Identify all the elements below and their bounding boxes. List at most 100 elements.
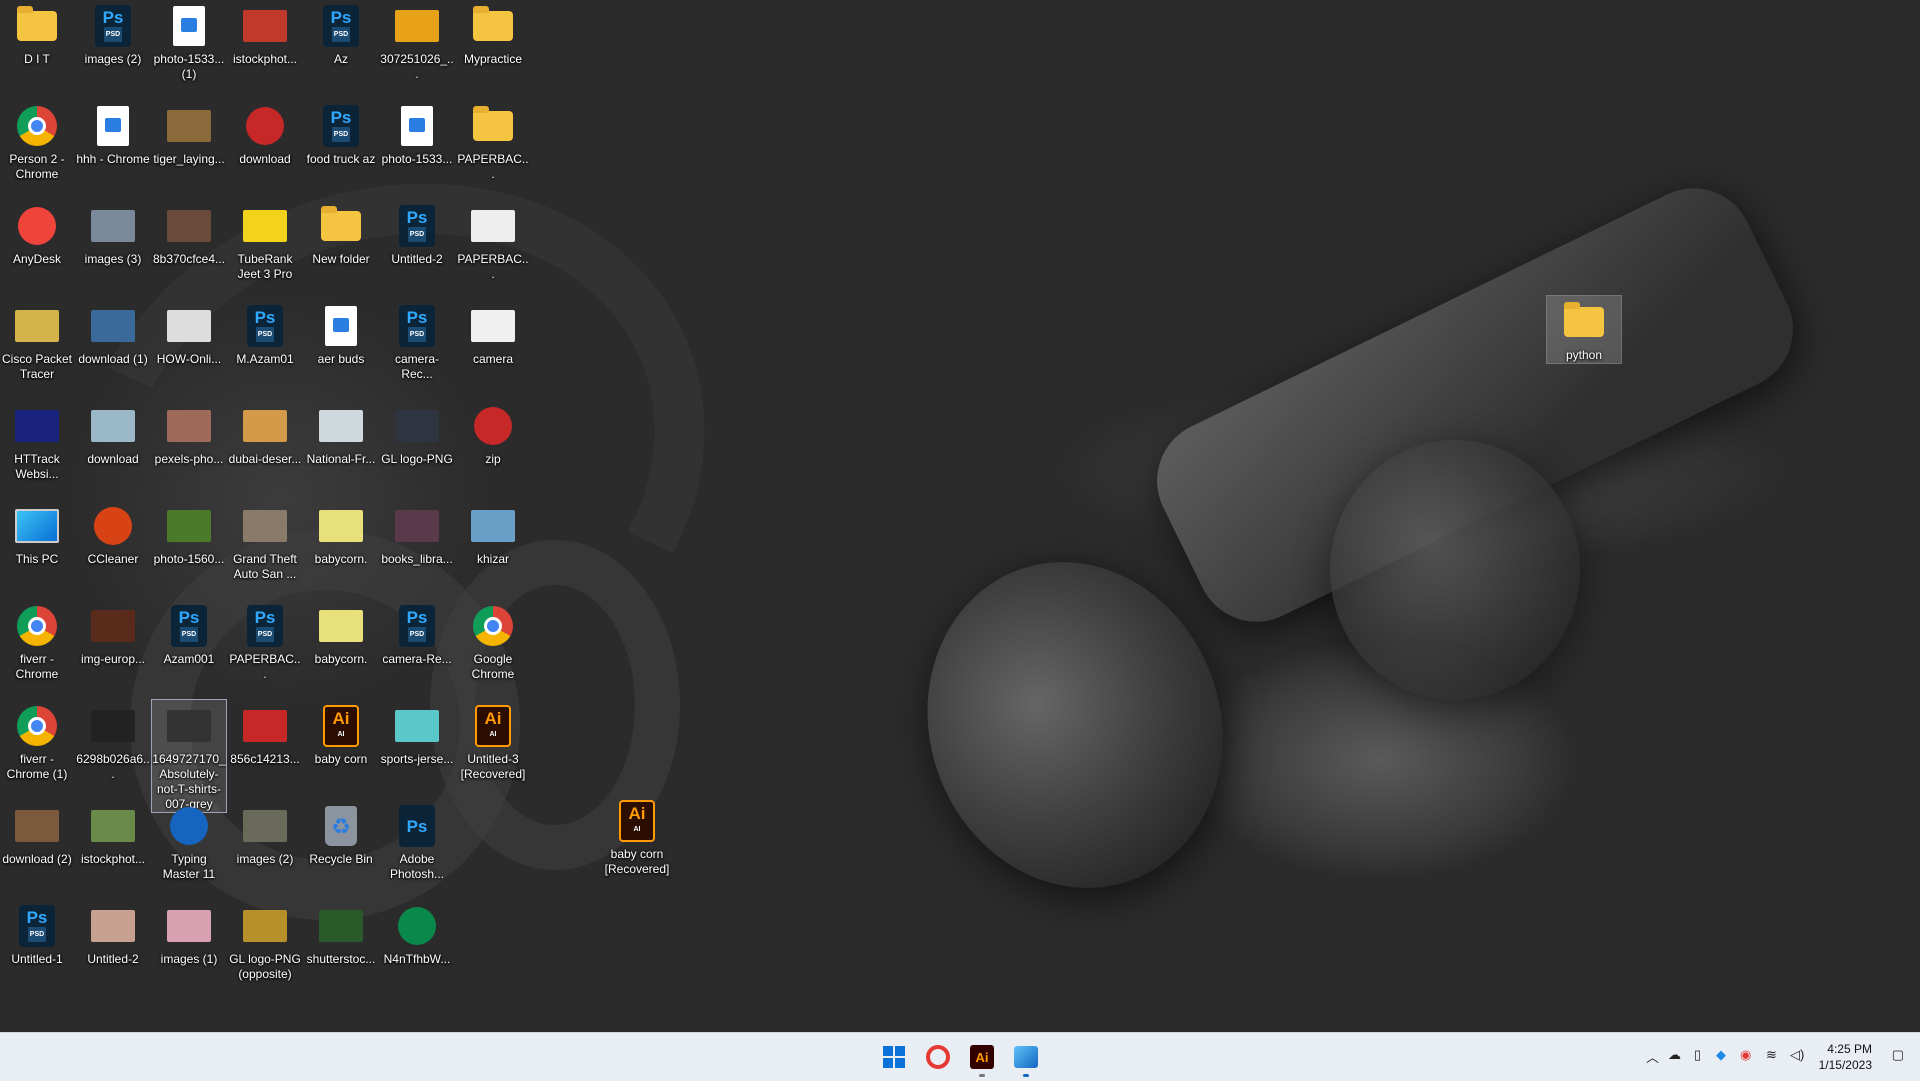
desktop-icon-istockphot[interactable]: istockphot... — [76, 800, 150, 867]
desktop-icon-google-chrome[interactable]: Google Chrome — [456, 600, 530, 682]
desktop-icon-tiger-laying[interactable]: tiger_laying... — [152, 100, 226, 167]
desktop-icon-baby-corn[interactable]: Ai AI baby corn — [304, 700, 378, 767]
desktop-icon-m-azam01[interactable]: Ps PSD M.Azam01 — [228, 300, 302, 367]
desktop-icon-recycle-bin[interactable]: ♻ Recycle Bin — [304, 800, 378, 867]
taskbar-opera-button[interactable] — [920, 1039, 956, 1075]
desktop-icon-download-2[interactable]: download (2) — [0, 800, 74, 867]
desktop-icon-images-2[interactable]: Ps PSD images (2) — [76, 0, 150, 67]
chrome-icon — [15, 604, 59, 648]
desktop-icon-untitled-3-recovered[interactable]: Ai AI Untitled-3 [Recovered] — [456, 700, 530, 782]
desktop-icon-8b370cfce4[interactable]: 8b370cfce4... — [152, 200, 226, 267]
start-button[interactable] — [876, 1039, 912, 1075]
desktop-icon-label: camera-Re... — [382, 652, 452, 666]
illustrator-icon: Ai — [970, 1045, 994, 1069]
desktop-icon-tuberank-jeet-3-pro[interactable]: TubeRank Jeet 3 Pro — [228, 200, 302, 282]
volume-icon[interactable]: ◁) — [1790, 1047, 1804, 1063]
desktop-icon-mypractice[interactable]: Mypractice — [456, 0, 530, 67]
desktop-icon-camera-re[interactable]: Ps PSD camera-Re... — [380, 600, 454, 667]
desktop-icon-dubai-deser[interactable]: dubai-deser... — [228, 400, 302, 467]
desktop-icon-azam001[interactable]: Ps PSD Azam001 — [152, 600, 226, 667]
desktop-icon-photo-1560[interactable]: photo-1560... — [152, 500, 226, 567]
desktop-icon-paperbac[interactable]: Ps PSD PAPERBAC... — [228, 600, 302, 682]
desktop-icon-label: photo-1560... — [153, 552, 225, 566]
taskbar-illustrator-button[interactable]: Ai — [964, 1039, 1000, 1077]
desktop-icon-fiverr-chrome-1[interactable]: fiverr - Chrome (1) — [0, 700, 74, 782]
desktop-icon-n4ntfhbw[interactable]: N4nTfhbW... — [380, 900, 454, 967]
desktop-icon-label: 307251026_... — [380, 52, 454, 81]
desktop-icon-babycorn[interactable]: babycorn. — [304, 600, 378, 667]
desktop-icon-camera[interactable]: camera — [456, 300, 530, 367]
desktop-icon-az[interactable]: Ps PSD Az — [304, 0, 378, 67]
app-icon — [91, 504, 135, 548]
desktop-icon-this-pc[interactable]: This PC — [0, 500, 74, 567]
device-icon[interactable]: ▯ — [1694, 1047, 1701, 1063]
desktop-icon-sports-jerse[interactable]: sports-jerse... — [380, 700, 454, 767]
desktop-icon-aer-buds[interactable]: aer buds — [304, 300, 378, 367]
desktop-icon-httrack-websi[interactable]: HTTrack Websi... — [0, 400, 74, 482]
desktop-icon-national-fr[interactable]: National-Fr... — [304, 400, 378, 467]
shield-icon[interactable]: ◆ — [1716, 1047, 1726, 1063]
desktop-icon-label: Google Chrome — [471, 652, 515, 681]
clock-date: 1/15/2023 — [1818, 1058, 1872, 1072]
antivirus-icon[interactable]: ◉ — [1740, 1047, 1751, 1063]
desktop-icon-adobe-photosh[interactable]: Ps Adobe Photosh... — [380, 800, 454, 882]
desktop-icon-babycorn[interactable]: babycorn. — [304, 500, 378, 567]
desktop-icon-856c14213[interactable]: 856c14213... — [228, 700, 302, 767]
desktop-icon-images-2[interactable]: images (2) — [228, 800, 302, 867]
notification-icon[interactable]: ▢ — [1892, 1047, 1904, 1063]
desktop-icon-grand-theft-auto-san[interactable]: Grand Theft Auto San ... — [228, 500, 302, 582]
desktop-icon-img-europ[interactable]: img-europ... — [76, 600, 150, 667]
desktop-icon-books-libra[interactable]: books_libra... — [380, 500, 454, 567]
desktop-icon-label: Adobe Photosh... — [389, 852, 445, 881]
desktop-icon-baby-corn-recovered[interactable]: Ai AI baby corn [Recovered] — [600, 795, 674, 877]
desktop-icon-untitled-1[interactable]: Ps PSD Untitled-1 — [0, 900, 74, 967]
desktop-icon-photo-1533[interactable]: photo-1533... — [380, 100, 454, 167]
desktop-icon-label: zip — [485, 452, 501, 466]
desktop-icon-307251026[interactable]: 307251026_... — [380, 0, 454, 82]
show-hidden-icons-chevron-icon[interactable]: ︿ — [1646, 1047, 1659, 1066]
desktop-icon-download-1[interactable]: download (1) — [76, 300, 150, 367]
desktop-icon-typing-master-11[interactable]: Typing Master 11 — [152, 800, 226, 882]
desktop-icon-camera-rec[interactable]: Ps PSD camera-Rec... — [380, 300, 454, 382]
desktop[interactable]: D I T Ps PSD images (2) photo-1533... (1) ist… — [0, 0, 1920, 1032]
desktop-icon-images-3[interactable]: images (3) — [76, 200, 150, 267]
desktop-icon-ccleaner[interactable]: CCleaner — [76, 500, 150, 567]
recycle-bin-icon: ♻ — [319, 804, 363, 848]
desktop-icon-fiverr-chrome[interactable]: fiverr - Chrome — [0, 600, 74, 682]
desktop-icon-khizar[interactable]: khizar — [456, 500, 530, 567]
onedrive-icon[interactable]: ☁ — [1668, 1047, 1681, 1063]
image-file-icon — [91, 104, 135, 148]
desktop-icon-istockphot[interactable]: istockphot... — [228, 0, 302, 67]
desktop-icon-untitled-2[interactable]: Untitled-2 — [76, 900, 150, 967]
desktop-icon-gl-logo-png-opposite[interactable]: GL logo-PNG (opposite) — [228, 900, 302, 982]
image-file-icon — [319, 304, 363, 348]
desktop-icon-6298b026a6[interactable]: 6298b026a6... — [76, 700, 150, 782]
desktop-icon-untitled-2[interactable]: Ps PSD Untitled-2 — [380, 200, 454, 267]
taskbar-photos-button[interactable] — [1008, 1039, 1044, 1077]
desktop-icon-d-i-t[interactable]: D I T — [0, 0, 74, 67]
desktop-icon-download[interactable]: download — [228, 100, 302, 167]
desktop-icon-photo-1533-1[interactable]: photo-1533... (1) — [152, 0, 226, 82]
desktop-icon-how-onli[interactable]: HOW-Onli... — [152, 300, 226, 367]
desktop-icon-images-1[interactable]: images (1) — [152, 900, 226, 967]
desktop-icon-person-2-chrome[interactable]: Person 2 - Chrome — [0, 100, 74, 182]
chrome-icon — [15, 704, 59, 748]
desktop-icon-1649727170-absolutely-not-t-shirts-007-grey[interactable]: 1649727170_Absolutely-not-T-shirts-007-g… — [151, 699, 227, 813]
desktop-icon-shutterstoc[interactable]: shutterstoc... — [304, 900, 378, 967]
desktop-icon-paperbac[interactable]: PAPERBAC... — [456, 100, 530, 182]
desktop-icon-gl-logo-png[interactable]: GL logo-PNG — [380, 400, 454, 467]
desktop-icon-paperbac[interactable]: PAPERBAC... — [456, 200, 530, 282]
desktop-icon-zip[interactable]: zip — [456, 400, 530, 467]
clock[interactable]: 4:25 PM 1/15/2023 — [1819, 1041, 1872, 1073]
desktop-icon-new-folder[interactable]: New folder — [304, 200, 378, 267]
desktop-icon-label: 8b370cfce4... — [152, 252, 226, 266]
desktop-icon-python[interactable]: python — [1546, 295, 1622, 364]
illustrator-file-icon: Ai AI — [615, 799, 659, 843]
wifi-icon[interactable]: ≋ — [1766, 1047, 1777, 1063]
desktop-icon-food-truck-az[interactable]: Ps PSD food truck az — [304, 100, 378, 167]
desktop-icon-cisco-packet-tracer[interactable]: Cisco Packet Tracer — [0, 300, 74, 382]
desktop-icon-pexels-pho[interactable]: pexels-pho... — [152, 400, 226, 467]
desktop-icon-hhh-chrome[interactable]: hhh - Chrome — [76, 100, 150, 167]
desktop-icon-download[interactable]: download — [76, 400, 150, 467]
desktop-icon-anydesk[interactable]: AnyDesk — [0, 200, 74, 267]
